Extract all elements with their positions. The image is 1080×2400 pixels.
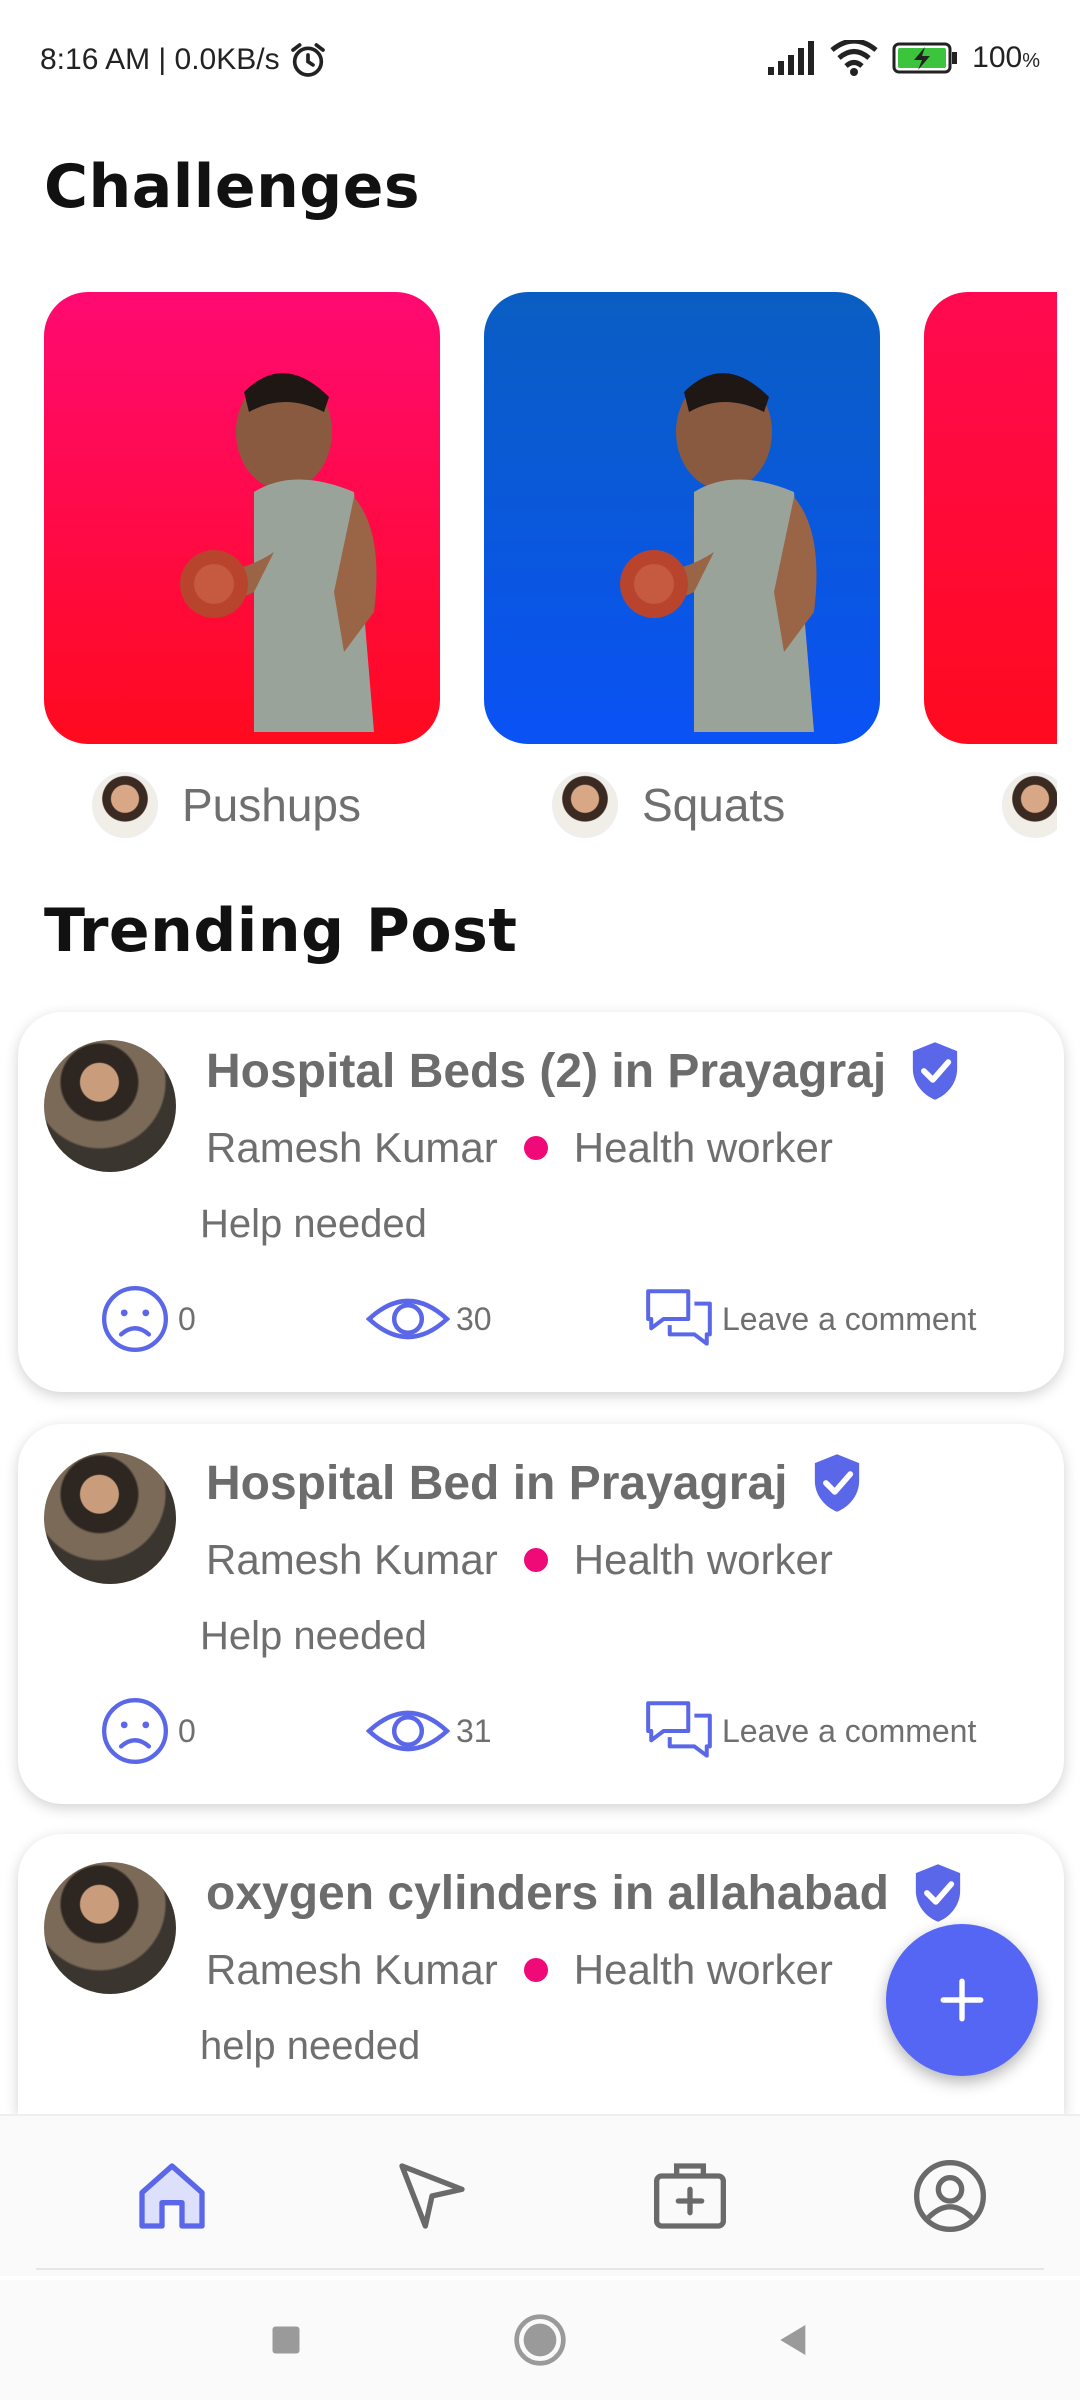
challenge-label-third[interactable] (1002, 772, 1057, 838)
role-dot (523, 1548, 548, 1572)
add-post-button[interactable] (886, 1924, 1038, 2076)
home-system-button[interactable] (510, 2310, 570, 2370)
square-icon (272, 2326, 300, 2354)
verified-icon (915, 1864, 961, 1922)
battery-unit: % (1022, 50, 1040, 72)
post-title: oxygen cylinders in allahabad (206, 1866, 889, 1920)
challenge-label-squats[interactable]: Squats (552, 772, 785, 838)
sad-face-icon (102, 1286, 168, 1352)
challenges-carousel[interactable]: Pushups Squats (0, 292, 1057, 852)
challenge-name: Pushups (182, 779, 362, 831)
nav-send[interactable] (382, 2146, 482, 2246)
athlete-image (180, 373, 377, 732)
post-title: Hospital Bed in Prayagraj (206, 1456, 788, 1510)
views-count: 31 (456, 1712, 492, 1749)
sad-reaction-button[interactable]: 0 (98, 1694, 196, 1768)
comment-button[interactable]: Leave a comment (642, 1282, 976, 1356)
post-title-row: Hospital Beds (2) in Prayagraj (206, 1040, 962, 1102)
status-right: 100% (766, 40, 1040, 76)
post-description: Help needed (200, 1614, 427, 1658)
challenge-label-pushups[interactable]: Pushups (92, 772, 361, 838)
battery-icon (892, 42, 958, 74)
views-stat: 31 (366, 1694, 492, 1768)
post-description: Help needed (200, 1202, 427, 1246)
trending-title: Trending Post (44, 896, 518, 966)
athlete-image (620, 373, 817, 732)
sad-count: 0 (178, 1300, 196, 1337)
comment-icon (646, 1289, 712, 1346)
author-name: Ramesh Kumar (206, 1946, 498, 1993)
post-stats: 0 30 Leave a comment (80, 1282, 1030, 1358)
author-line: Ramesh Kumar Health worker (206, 1124, 833, 1172)
author-line: Ramesh Kumar Health worker (206, 1536, 833, 1584)
system-nav-bar (0, 2280, 1080, 2400)
comment-button[interactable]: Leave a comment (642, 1694, 976, 1768)
avatar (92, 772, 158, 838)
nav-divider (36, 2268, 1044, 2270)
alarm-icon (290, 43, 325, 77)
post-title-row: oxygen cylinders in allahabad (206, 1862, 965, 1924)
comment-icon (646, 1701, 712, 1758)
post-title-row: Hospital Bed in Prayagraj (206, 1452, 864, 1514)
eye-icon (366, 1710, 450, 1752)
bottom-nav (0, 2114, 1080, 2276)
comment-label: Leave a comment (722, 1712, 977, 1749)
author-name: Ramesh Kumar (206, 1536, 498, 1583)
post-card[interactable]: Hospital Bed in Prayagraj Ramesh Kumar H… (18, 1424, 1064, 1804)
sad-face-icon (102, 1698, 168, 1764)
signal-icon (768, 41, 815, 75)
recents-button[interactable] (256, 2310, 316, 2370)
author-name: Ramesh Kumar (206, 1124, 498, 1171)
post-description: help needed (200, 2024, 421, 2068)
avatar (1002, 772, 1057, 838)
author-role: Health worker (573, 1124, 833, 1171)
nav-medical[interactable] (640, 2146, 740, 2246)
back-triangle-icon (780, 2325, 806, 2355)
challenge-card-squats[interactable] (484, 292, 880, 744)
role-dot (523, 1958, 548, 1982)
sad-reaction-button[interactable]: 0 (98, 1282, 196, 1356)
status-left: 8:16 AM | 0.0KB/s (40, 40, 328, 80)
back-button[interactable] (762, 2310, 822, 2370)
author-line: Ramesh Kumar Health worker (206, 1946, 833, 1994)
plus-icon (940, 1978, 984, 2022)
circle-icon (514, 2314, 566, 2366)
role-dot (523, 1136, 548, 1160)
verified-icon (913, 1042, 958, 1100)
verified-icon (814, 1454, 859, 1512)
challenge-card-third[interactable] (924, 292, 1057, 744)
send-icon (399, 2163, 465, 2229)
medical-kit-icon (654, 2163, 726, 2229)
avatar (44, 1040, 176, 1172)
post-title: Hospital Beds (2) in Prayagraj (206, 1044, 887, 1098)
views-count: 30 (456, 1300, 492, 1337)
battery-level: 100 (972, 41, 1023, 74)
sad-count: 0 (178, 1712, 196, 1749)
time-speed-text: 8:16 AM | 0.0KB/s (40, 43, 280, 76)
wifi-icon (830, 40, 878, 76)
challenge-card-pushups[interactable] (44, 292, 440, 744)
challenges-title: Challenges (44, 152, 421, 222)
comment-label: Leave a comment (722, 1300, 977, 1337)
home-icon (139, 2163, 205, 2229)
nav-profile[interactable] (900, 2146, 1000, 2246)
challenge-name: Squats (642, 779, 786, 831)
author-role: Health worker (573, 1946, 833, 1993)
avatar (44, 1452, 176, 1584)
post-stats: 0 31 Leave a comment (80, 1694, 1030, 1770)
avatar (44, 1862, 176, 1994)
eye-icon (366, 1298, 450, 1340)
status-bar: 8:16 AM | 0.0KB/s 100% (0, 0, 1080, 130)
nav-home[interactable] (122, 2146, 222, 2246)
profile-icon (914, 2160, 986, 2232)
post-card[interactable]: Hospital Beds (2) in Prayagraj Ramesh Ku… (18, 1012, 1064, 1392)
views-stat: 30 (366, 1282, 492, 1356)
author-role: Health worker (573, 1536, 833, 1583)
avatar (552, 772, 618, 838)
